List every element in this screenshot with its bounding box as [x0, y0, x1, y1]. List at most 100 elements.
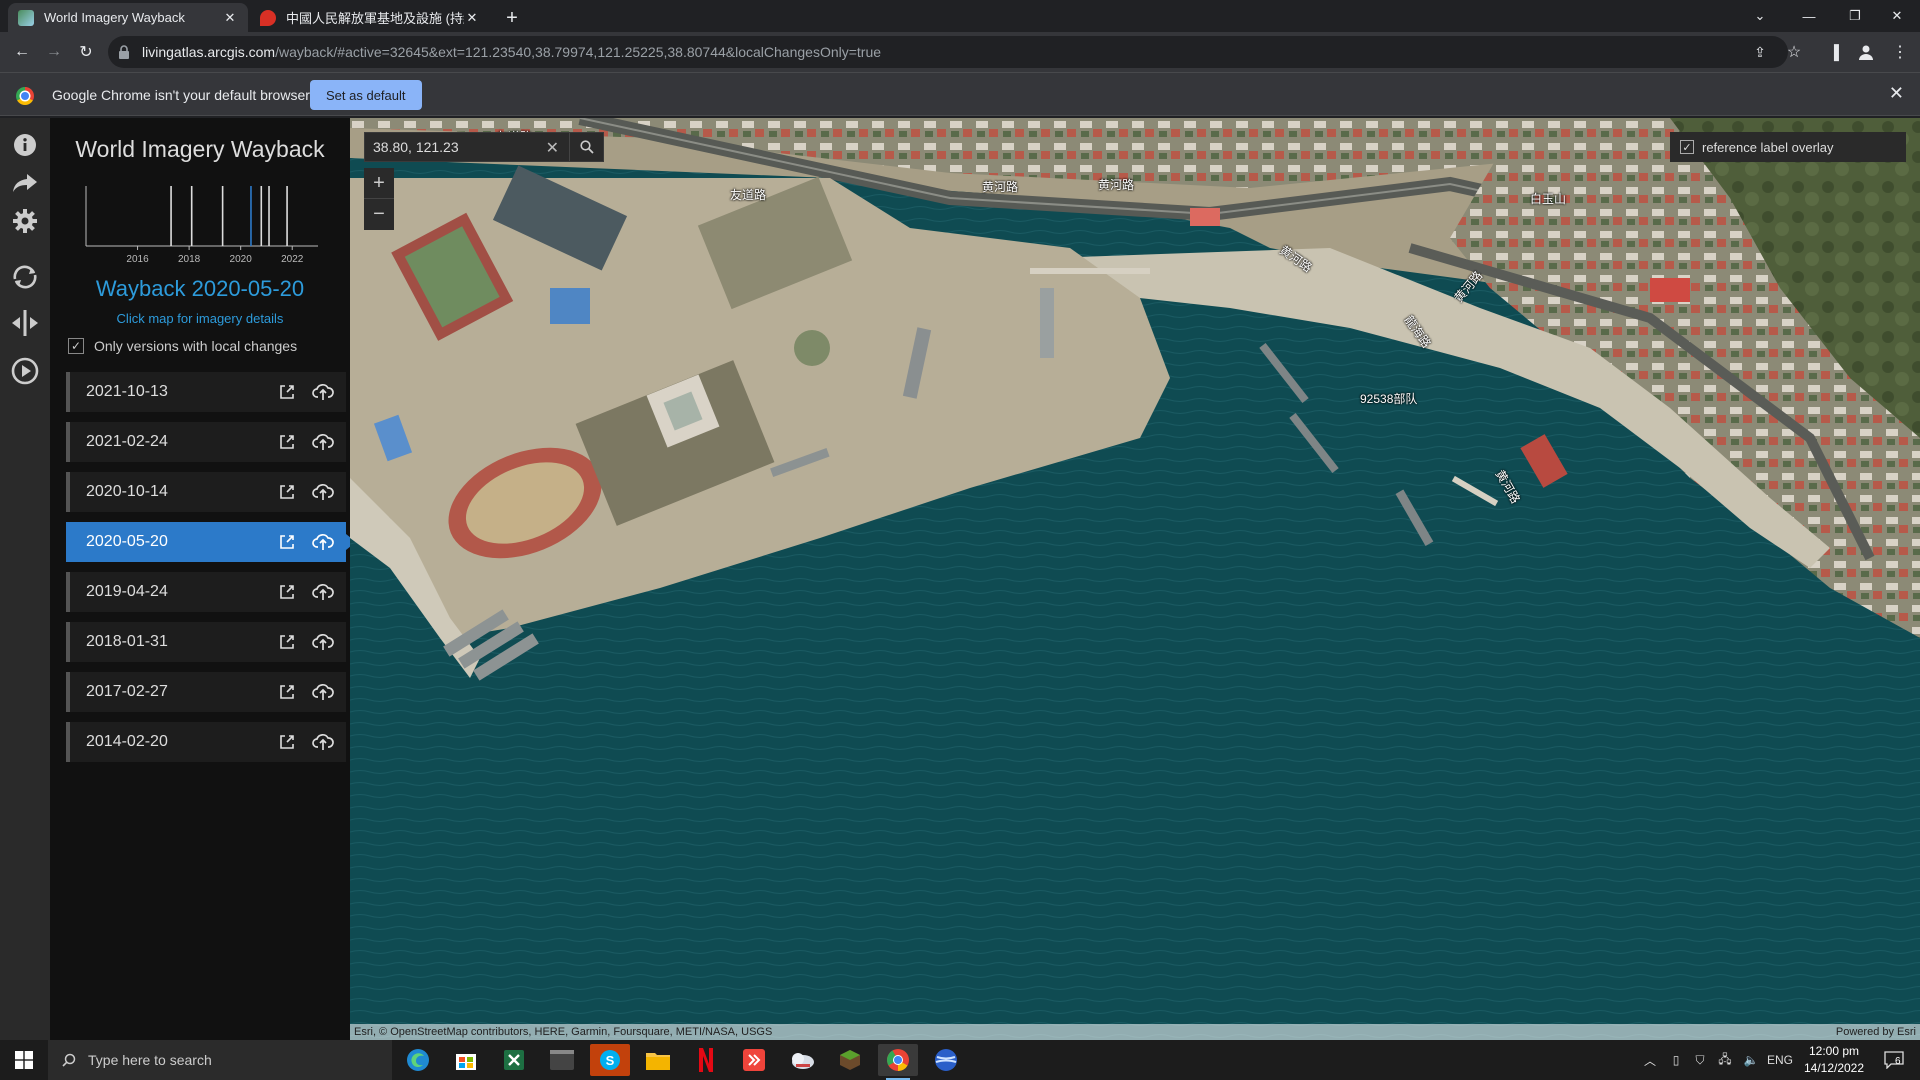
open-in-new-icon[interactable]	[274, 729, 300, 755]
close-icon[interactable]: ✕	[222, 10, 238, 26]
open-in-new-icon[interactable]	[274, 429, 300, 455]
cloud-download-icon[interactable]	[310, 529, 336, 555]
profile-icon[interactable]	[1854, 40, 1878, 64]
version-row-2017-02-27[interactable]: 2017-02-27	[66, 672, 346, 712]
side-panel-icon[interactable]: ▐	[1822, 40, 1846, 64]
map-attribution: Esri, © OpenStreetMap contributors, HERE…	[350, 1024, 1920, 1040]
netflix-icon[interactable]	[686, 1044, 726, 1076]
file-explorer-icon[interactable]	[638, 1044, 678, 1076]
menu-kebab-icon[interactable]: ⋮	[1888, 40, 1912, 64]
zoom-in-button[interactable]: +	[364, 168, 394, 199]
satellite-imagery[interactable]	[350, 118, 1920, 1040]
cloud-download-icon[interactable]	[310, 429, 336, 455]
chrome-icon[interactable]	[878, 1044, 918, 1080]
reference-overlay-checkbox[interactable]: ✓	[1680, 140, 1694, 154]
version-row-2021-02-24[interactable]: 2021-02-24	[66, 422, 346, 462]
minecraft-icon[interactable]	[830, 1044, 870, 1076]
clear-search-icon[interactable]: ✕	[546, 138, 559, 158]
version-row-2019-04-24[interactable]: 2019-04-24	[66, 572, 346, 612]
google-earth-icon[interactable]	[926, 1044, 966, 1076]
version-row-2021-10-13[interactable]: 2021-10-13	[66, 372, 346, 412]
version-date: 2021-02-24	[86, 433, 168, 450]
tab-world-imagery-wayback[interactable]: World Imagery Wayback ✕	[8, 3, 248, 32]
infobar-close-icon[interactable]: ✕	[1889, 83, 1904, 104]
cloud-download-icon[interactable]	[310, 579, 336, 605]
cloud-download-icon[interactable]	[310, 679, 336, 705]
info-icon[interactable]	[10, 130, 40, 160]
gear-icon[interactable]	[10, 206, 40, 236]
anydesk-icon[interactable]	[734, 1044, 774, 1076]
version-row-2014-02-20[interactable]: 2014-02-20	[66, 722, 346, 762]
poi-label: 92538部队	[1360, 392, 1418, 406]
open-in-new-icon[interactable]	[274, 629, 300, 655]
weather-icon[interactable]	[782, 1044, 822, 1076]
address-bar[interactable]: livingatlas.arcgis.com/wayback/#active=3…	[108, 36, 1788, 68]
share-page-icon[interactable]: ⇪	[1748, 40, 1772, 64]
tab-pla-bases[interactable]: 中國人民解放軍基地及設施 (持續 ✕	[250, 3, 490, 32]
imagery-map[interactable]: 友道路 友道路 黄河路 黄河路 黄河路 龍海路 黄河路 92538部队 黄河路 …	[350, 118, 1920, 1040]
forward-icon[interactable]: →	[42, 40, 66, 64]
wayback-favicon-icon	[18, 9, 34, 26]
cloud-download-icon[interactable]	[310, 629, 336, 655]
tray-security-icon[interactable]: ⛉	[1690, 1040, 1710, 1080]
open-in-new-icon[interactable]	[274, 679, 300, 705]
cloud-download-icon[interactable]	[310, 479, 336, 505]
excel-icon[interactable]	[494, 1044, 534, 1076]
play-icon[interactable]	[10, 356, 40, 386]
version-date: 2020-10-14	[86, 483, 168, 500]
clock[interactable]: 12:00 pm 14/12/2022	[1798, 1043, 1870, 1077]
cloud-download-icon[interactable]	[310, 379, 336, 405]
back-icon[interactable]: ←	[10, 40, 34, 64]
attribution-text: Esri, © OpenStreetMap contributors, HERE…	[354, 1026, 773, 1038]
taskbar-search[interactable]: Type here to search	[48, 1040, 392, 1080]
tab-search-chevron-icon[interactable]: ⌄	[1744, 0, 1776, 32]
volume-icon[interactable]: 🔈	[1740, 1040, 1762, 1080]
open-in-new-icon[interactable]	[274, 529, 300, 555]
minimize-icon[interactable]: —	[1786, 0, 1832, 32]
reference-overlay-label: reference label overlay	[1702, 139, 1834, 155]
local-changes-checkbox[interactable]: ✓	[68, 338, 84, 354]
swipe-compare-icon[interactable]	[10, 308, 40, 338]
powered-by-esri[interactable]: Powered by Esri	[1836, 1026, 1916, 1038]
url-host: livingatlas.arcgis.com	[142, 44, 276, 60]
language-indicator[interactable]: ENG	[1764, 1040, 1796, 1080]
open-in-new-icon[interactable]	[274, 479, 300, 505]
release-histogram[interactable]: 2016 2018 2020 2022	[80, 180, 325, 270]
new-tab-button[interactable]: +	[500, 6, 524, 30]
version-row-2020-10-14[interactable]: 2020-10-14	[66, 472, 346, 512]
swipe-refresh-icon[interactable]	[10, 262, 40, 292]
close-icon[interactable]: ✕	[464, 10, 480, 26]
windows-start-icon[interactable]	[0, 1040, 48, 1080]
taskbar-search-placeholder: Type here to search	[88, 1052, 212, 1068]
clock-time: 12:00 pm	[1808, 1044, 1860, 1058]
reload-icon[interactable]: ↻	[74, 40, 98, 64]
local-changes-label: Only versions with local changes	[94, 338, 298, 354]
zoom-out-button[interactable]: −	[364, 199, 394, 230]
set-as-default-button[interactable]: Set as default	[310, 80, 422, 110]
restore-icon[interactable]: ❐	[1832, 0, 1878, 32]
windows-taskbar: Type here to search S ︿ ▯ ⛉ 🖧 🔈 ENG 12:0…	[0, 1040, 1920, 1080]
histogram-tick-label: 2016	[126, 254, 149, 265]
open-in-new-icon[interactable]	[274, 379, 300, 405]
tray-device-icon[interactable]: ▯	[1666, 1040, 1686, 1080]
open-in-new-icon[interactable]	[274, 579, 300, 605]
terminal-icon[interactable]	[542, 1044, 582, 1076]
local-changes-toggle[interactable]: ✓ Only versions with local changes	[68, 338, 297, 354]
search-icon[interactable]	[569, 133, 603, 161]
edge-icon[interactable]	[398, 1044, 438, 1076]
share-icon[interactable]	[10, 168, 40, 198]
notification-center-icon[interactable]: 6	[1876, 1040, 1912, 1080]
tray-chevron-icon[interactable]: ︿	[1640, 1040, 1660, 1080]
location-search[interactable]: 38.80, 121.23 ✕	[364, 132, 604, 162]
store-icon[interactable]	[446, 1044, 486, 1076]
version-row-2020-05-20[interactable]: 2020-05-20	[66, 522, 356, 562]
window-close-icon[interactable]: ✕	[1874, 0, 1920, 32]
bookmark-star-icon[interactable]: ☆	[1782, 40, 1806, 64]
lock-icon[interactable]	[118, 45, 130, 59]
version-row-2018-01-31[interactable]: 2018-01-31	[66, 622, 346, 662]
skype-icon[interactable]: S	[590, 1044, 630, 1076]
reference-label-overlay-toggle[interactable]: ✓ reference label overlay	[1670, 132, 1906, 162]
cloud-download-icon[interactable]	[310, 729, 336, 755]
search-input[interactable]: 38.80, 121.23	[373, 139, 459, 155]
network-icon[interactable]: 🖧	[1714, 1040, 1736, 1080]
